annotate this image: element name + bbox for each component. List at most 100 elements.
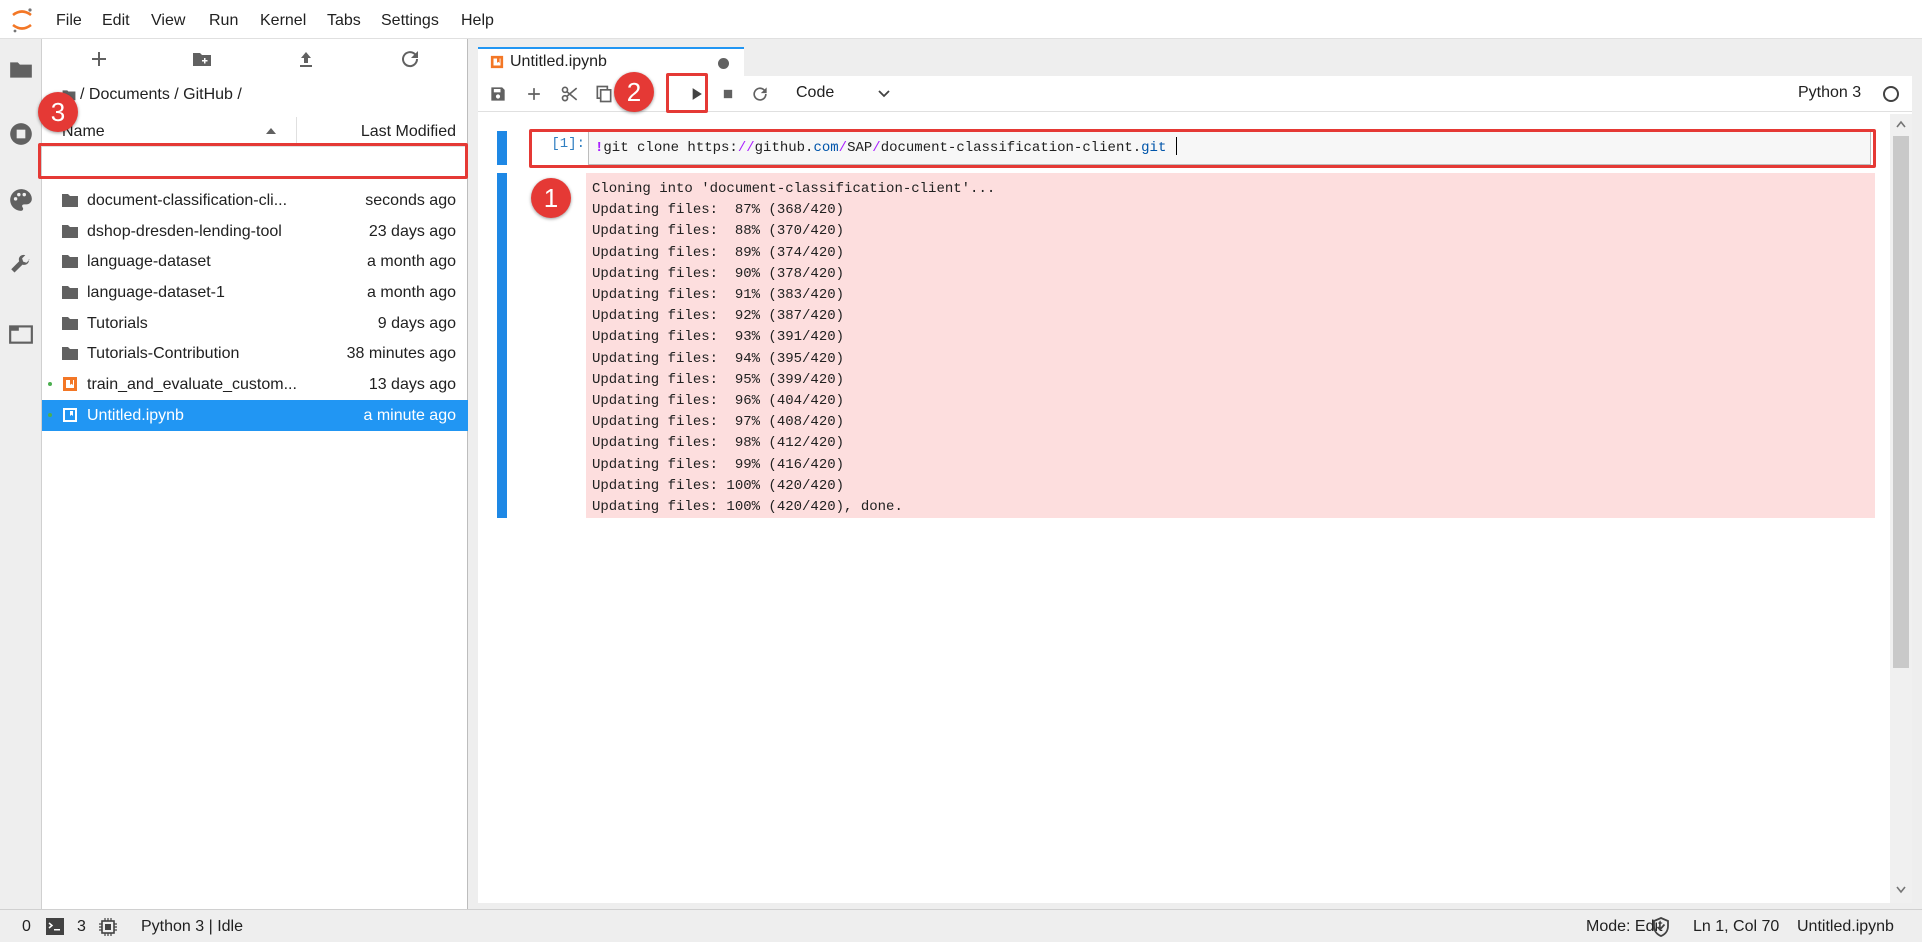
folder-icon [62,347,78,360]
kernel-idle-icon [1883,86,1899,102]
file-row-tutorials-contribution[interactable]: Tutorials-Contribution 38 minutes ago [42,338,468,369]
left-sidebar [0,39,42,909]
breadcrumb-path[interactable]: / Documents / GitHub / [80,86,242,103]
cursor-position[interactable]: Ln 1, Col 70 [1693,910,1779,943]
menu-run[interactable]: Run [209,0,238,39]
tab-title: Untitled.ipynb [510,53,607,70]
running-indicator [48,382,52,386]
running-kernels-icon[interactable] [8,121,34,147]
file-row-untitled-ipynb[interactable]: Untitled.ipynb a minute ago [42,400,468,431]
kernel-name[interactable]: Python 3 [1798,84,1861,102]
palette-icon[interactable] [8,187,34,213]
notebook-icon [490,55,504,69]
file-modified: 9 days ago [377,315,456,332]
menu-bar: File Edit View Run Kernel Tabs Settings … [0,0,1922,39]
notebook-icon [63,408,77,422]
terminal-icon[interactable] [46,918,64,935]
file-modified: a month ago [367,284,456,301]
cell-type-dropdown[interactable]: Code [788,82,898,106]
kernel-status[interactable]: Python 3 | Idle [141,910,243,943]
output-line: Updating files: 93% (391/420) [592,329,845,346]
file-name: dshop-dresden-lending-tool [87,223,282,240]
file-name: document-classification-cli... [87,192,288,209]
status-bar: 0 3 Python 3 | Idle Mode: Edit Ln 1, Col… [0,909,1922,942]
editor-mode: Mode: Edit [1586,918,1663,935]
scroll-up-icon[interactable] [1896,120,1906,128]
status-count[interactable]: 3 [77,910,86,943]
annotation-badge-2: 2 [614,72,654,112]
file-row-dshop[interactable]: dshop-dresden-lending-tool 23 days ago [42,216,468,247]
file-name: language-dataset [87,253,211,270]
scroll-down-icon[interactable] [1896,886,1906,894]
scrollbar[interactable] [1890,114,1912,903]
menu-view[interactable]: View [151,0,185,39]
refresh-icon[interactable] [398,47,422,71]
output-line: Updating files: 91% (383/420) [592,287,845,304]
scroll-thumb[interactable] [1893,136,1909,668]
cell-type-label: Code [796,84,835,101]
restart-icon[interactable] [750,84,770,104]
file-row-document-classification[interactable]: document-classification-cli... seconds a… [42,185,468,216]
insert-cell-icon[interactable] [524,84,544,104]
folder-icon[interactable] [8,57,34,83]
output-line: Updating files: 90% (378/420) [592,265,845,282]
jupyter-logo-icon [12,8,32,33]
file-name: language-dataset-1 [87,284,225,301]
tabs-icon[interactable] [8,321,34,347]
folder-icon [62,225,78,238]
folder-icon [62,317,78,330]
annotation-badge-1: 1 [531,178,571,218]
output-line: Updating files: 96% (404/420) [592,393,845,410]
file-row-tutorials[interactable]: Tutorials 9 days ago [42,308,468,339]
annotation-box-cell [529,129,1876,168]
annotation-box-folder [38,143,468,179]
file-modified: 38 minutes ago [346,345,456,362]
output-line: Updating files: 95% (399/420) [592,371,845,388]
menu-settings[interactable]: Settings [381,0,439,39]
file-name: Tutorials-Contribution [87,345,240,362]
output-collapser[interactable] [497,173,507,518]
menu-file[interactable]: File [56,0,82,39]
menu-tabs[interactable]: Tabs [327,0,361,39]
file-modified: seconds ago [365,192,456,209]
folder-icon [62,286,78,299]
annotation-badge-3: 3 [38,92,78,132]
cell-collapser[interactable] [497,131,507,165]
upload-icon[interactable] [294,47,318,71]
tab-untitled-ipynb[interactable]: Untitled.ipynb [478,47,744,76]
new-folder-icon[interactable] [190,47,214,71]
chip-icon[interactable] [99,918,117,936]
output-line: Updating files: 87% (368/420) [592,202,845,219]
shield-check-icon[interactable] [1652,917,1670,937]
status-filename: Untitled.ipynb [1797,918,1894,935]
sort-up-icon[interactable] [265,127,277,135]
output-line: Updating files: 99% (416/420) [592,456,845,473]
file-row-train-and-evaluate[interactable]: train_and_evaluate_custom... 13 days ago [42,369,468,400]
wrench-icon[interactable] [8,253,34,279]
file-modified: 23 days ago [368,223,456,240]
unsaved-dot-icon[interactable] [718,58,729,69]
file-name: train_and_evaluate_custom... [87,376,297,393]
new-launcher-icon[interactable] [87,47,111,71]
menu-kernel[interactable]: Kernel [260,0,306,39]
breadcrumb: / Documents / GitHub / [62,85,242,105]
file-name: Tutorials [87,315,148,332]
cell-output: Cloning into 'document-classification-cl… [586,173,1875,518]
chevron-down-icon [878,90,890,98]
menu-help[interactable]: Help [461,0,494,39]
file-row-language-dataset[interactable]: language-dataset a month ago [42,246,468,277]
output-line: Updating files: 100% (420/420), done. [592,499,903,516]
file-modified: a month ago [367,253,456,270]
output-line: Updating files: 88% (370/420) [592,223,845,240]
file-row-language-dataset-1[interactable]: language-dataset-1 a month ago [42,277,468,308]
folder-icon [62,255,78,268]
save-icon[interactable] [488,84,508,104]
menu-edit[interactable]: Edit [102,0,130,39]
cut-icon[interactable] [560,84,580,104]
file-name: Untitled.ipynb [87,407,184,424]
status-count[interactable]: 0 [22,910,31,943]
column-header-modified[interactable]: Last Modified [361,123,456,141]
copy-icon[interactable] [594,84,614,104]
stop-icon[interactable] [718,84,738,104]
folder-icon [62,194,78,207]
